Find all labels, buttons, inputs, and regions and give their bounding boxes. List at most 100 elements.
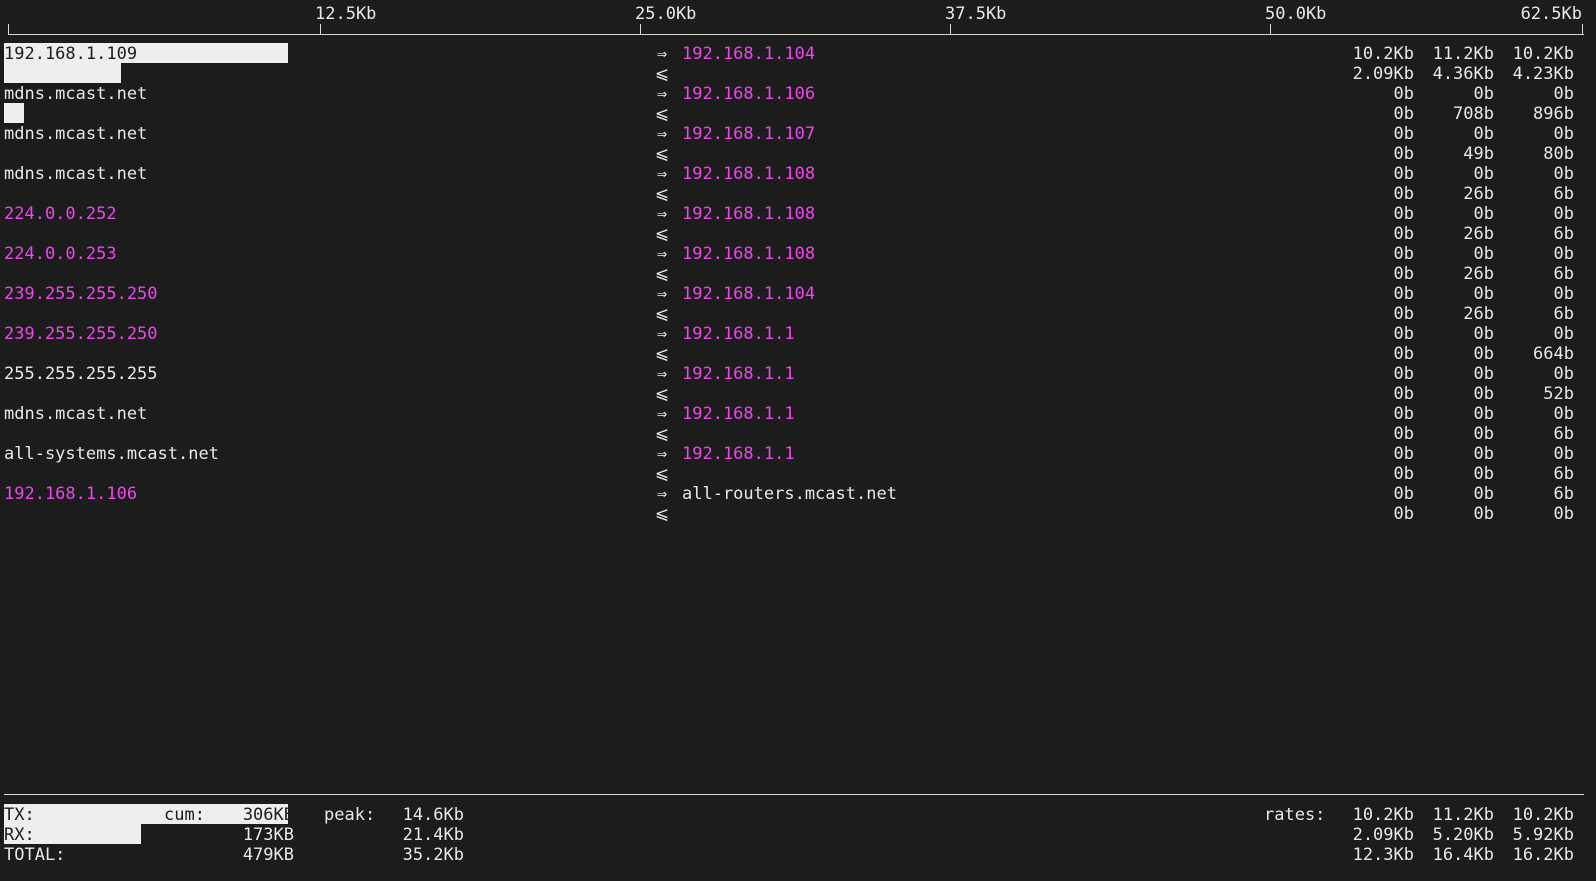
rx-rate-10s: 26b bbox=[1463, 264, 1494, 284]
rx-rate-10s: 5.20Kb bbox=[1432, 825, 1494, 845]
tx-rate-10s: 0b bbox=[1473, 324, 1494, 344]
destination-host: 192.168.1.1 bbox=[682, 364, 795, 384]
rx-rate-10s: 0b bbox=[1473, 464, 1494, 484]
received-arrow-icon: ⩽ bbox=[654, 264, 670, 284]
rx-rate-40s: 896b bbox=[1533, 104, 1574, 124]
rx-rate-2s: 0b bbox=[1393, 144, 1414, 164]
sent-arrow-icon: ⇒ bbox=[656, 484, 668, 504]
tx-rate-40s: 10.2Kb bbox=[1512, 805, 1574, 825]
total-rate-10s: 16.4Kb bbox=[1432, 845, 1494, 865]
tx-rate-40s: 0b bbox=[1553, 244, 1574, 264]
tx-rate-40s: 0b bbox=[1553, 444, 1574, 464]
scale-tick-label: 62.5Kb bbox=[1520, 4, 1582, 24]
scale-tick-label: 25.0Kb bbox=[635, 4, 697, 24]
destination-host: 192.168.1.107 bbox=[682, 124, 816, 144]
tx-rate-10s: 0b bbox=[1473, 404, 1494, 424]
rx-rate-2s: 0b bbox=[1393, 224, 1414, 244]
tx-rate-40s: 0b bbox=[1553, 204, 1574, 224]
rx-rate-2s: 2.09Kb bbox=[1352, 64, 1414, 84]
rx-rate-40s: 6b bbox=[1553, 224, 1574, 244]
tx-rate-10s: 0b bbox=[1473, 364, 1494, 384]
rx-rate-40s: 6b bbox=[1553, 264, 1574, 284]
tx-rate-10s: 0b bbox=[1473, 284, 1494, 304]
rx-rate-10s: 0b bbox=[1473, 504, 1494, 524]
rx-rate-40s: 4.23Kb bbox=[1512, 64, 1574, 84]
scale-tick bbox=[950, 24, 951, 35]
destination-host: 192.168.1.108 bbox=[682, 164, 816, 184]
source-host: 224.0.0.253 bbox=[4, 244, 117, 264]
tx-rate-2s: 0b bbox=[1393, 484, 1414, 504]
rx-peak-value: 21.4Kb bbox=[402, 825, 464, 845]
rx-rate-10s: 26b bbox=[1463, 304, 1494, 324]
scale-origin-tick bbox=[8, 24, 9, 35]
received-arrow-icon: ⩽ bbox=[654, 64, 670, 84]
sent-arrow-icon: ⇒ bbox=[656, 164, 668, 184]
destination-host: 192.168.1.104 bbox=[682, 284, 816, 304]
source-host: 239.255.255.250 bbox=[4, 284, 158, 304]
tx-rate-2s: 0b bbox=[1393, 284, 1414, 304]
rx-traffic-bar bbox=[4, 103, 24, 123]
tx-rate-40s: 0b bbox=[1553, 404, 1574, 424]
total-peak-value: 35.2Kb bbox=[402, 845, 464, 865]
scale-tick bbox=[1582, 24, 1583, 35]
received-arrow-icon: ⩽ bbox=[654, 464, 670, 484]
rx-rate-40s: 5.92Kb bbox=[1512, 825, 1574, 845]
rx-rate-40s: 80b bbox=[1543, 144, 1574, 164]
tx-rate-40s: 0b bbox=[1553, 324, 1574, 344]
rx-rate-2s: 0b bbox=[1393, 184, 1414, 204]
destination-host: 192.168.1.108 bbox=[682, 204, 816, 224]
source-host: mdns.mcast.net bbox=[4, 404, 148, 424]
rates-label: rates: bbox=[1264, 805, 1326, 825]
total-rate-40s: 16.2Kb bbox=[1512, 845, 1574, 865]
tx-rate-10s: 0b bbox=[1473, 124, 1494, 144]
source-host: mdns.mcast.net bbox=[4, 164, 148, 184]
rx-rate-40s: 6b bbox=[1553, 184, 1574, 204]
source-host: all-systems.mcast.net bbox=[4, 444, 219, 464]
scale-tick bbox=[640, 24, 641, 35]
destination-host: 192.168.1.104 bbox=[682, 44, 816, 64]
sent-arrow-icon: ⇒ bbox=[656, 84, 668, 104]
tx-rate-2s: 0b bbox=[1393, 204, 1414, 224]
total-label: TOTAL: bbox=[4, 845, 66, 865]
rx-rate-10s: 708b bbox=[1453, 104, 1494, 124]
rx-rate-40s: 0b bbox=[1553, 504, 1574, 524]
rx-rate-40s: 6b bbox=[1553, 424, 1574, 444]
rx-rate-2s: 0b bbox=[1393, 504, 1414, 524]
sent-arrow-icon: ⇒ bbox=[656, 324, 668, 344]
received-arrow-icon: ⩽ bbox=[654, 224, 670, 244]
tx-rate-10s: 0b bbox=[1473, 484, 1494, 504]
peak-label: peak: bbox=[324, 805, 376, 825]
scale-axis bbox=[8, 34, 1584, 35]
rx-rate-10s: 49b bbox=[1463, 144, 1494, 164]
tx-rate-10s: 0b bbox=[1473, 204, 1494, 224]
destination-host: 192.168.1.1 bbox=[682, 324, 795, 344]
scale-tick bbox=[1270, 24, 1271, 35]
tx-rate-2s: 0b bbox=[1393, 444, 1414, 464]
tx-rate-2s: 0b bbox=[1393, 404, 1414, 424]
rx-rate-40s: 6b bbox=[1553, 304, 1574, 324]
rx-rate-10s: 0b bbox=[1473, 344, 1494, 364]
tx-rate-10s: 0b bbox=[1473, 164, 1494, 184]
source-host: 192.168.1.109 bbox=[4, 44, 138, 64]
tx-rate-10s: 0b bbox=[1473, 444, 1494, 464]
tx-rate-40s: 0b bbox=[1553, 164, 1574, 184]
sent-arrow-icon: ⇒ bbox=[656, 124, 668, 144]
rx-rate-10s: 26b bbox=[1463, 184, 1494, 204]
rx-rate-10s: 0b bbox=[1473, 384, 1494, 404]
totals-divider bbox=[4, 794, 1584, 795]
tx-rate-40s: 0b bbox=[1553, 364, 1574, 384]
total-rate-2s: 12.3Kb bbox=[1352, 845, 1414, 865]
tx-rate-10s: 11.2Kb bbox=[1432, 44, 1494, 64]
sent-arrow-icon: ⇒ bbox=[656, 44, 668, 64]
rx-rate-40s: 52b bbox=[1543, 384, 1574, 404]
tx-cum-value: 306KB bbox=[242, 805, 294, 825]
destination-host: 192.168.1.1 bbox=[682, 444, 795, 464]
rx-rate-2s: 0b bbox=[1393, 424, 1414, 444]
rx-rate-10s: 4.36Kb bbox=[1432, 64, 1494, 84]
rx-label: RX: bbox=[4, 825, 35, 845]
received-arrow-icon: ⩽ bbox=[654, 504, 670, 524]
received-arrow-icon: ⩽ bbox=[654, 104, 670, 124]
tx-rate-2s: 0b bbox=[1393, 244, 1414, 264]
rx-rate-2s: 0b bbox=[1393, 384, 1414, 404]
rx-rate-40s: 664b bbox=[1533, 344, 1574, 364]
